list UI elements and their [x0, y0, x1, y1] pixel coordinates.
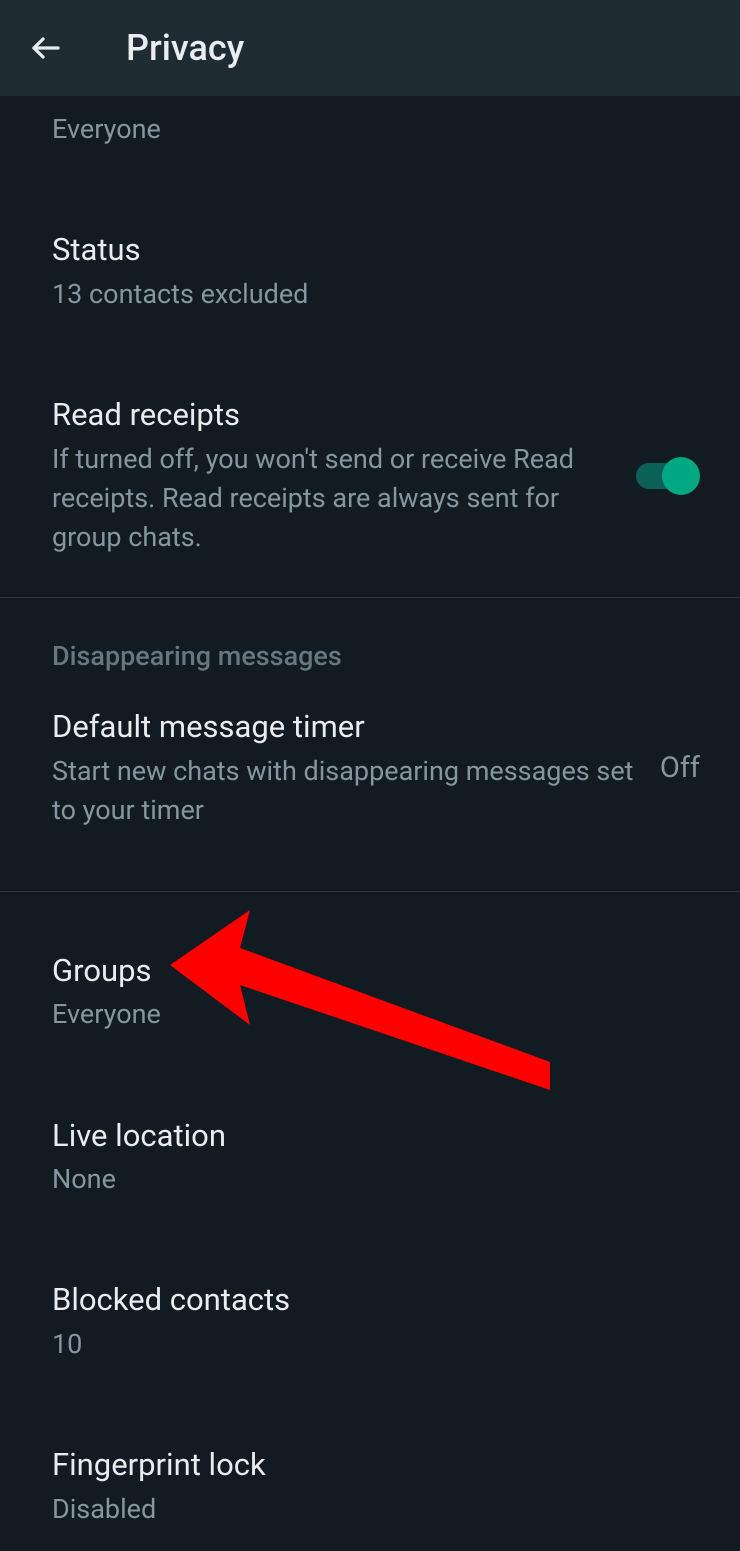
setting-title: Status	[52, 229, 688, 271]
setting-title: Read receipts	[52, 394, 612, 436]
setting-item-partial[interactable]: Everyone	[0, 96, 740, 171]
toggle-thumb	[662, 457, 700, 495]
back-icon[interactable]	[24, 26, 68, 70]
section-header-disappearing: Disappearing messages	[0, 598, 740, 684]
setting-title: Fingerprint lock	[52, 1444, 688, 1486]
setting-sub: Start new chats with disappearing messag…	[52, 752, 636, 830]
read-receipts-toggle[interactable]	[636, 457, 700, 495]
setting-item-live-location[interactable]: Live location None	[0, 1093, 740, 1222]
setting-sub: None	[52, 1160, 688, 1199]
setting-sub: Disabled	[52, 1490, 688, 1529]
page-title: Privacy	[126, 27, 244, 69]
setting-item-fingerprint-lock[interactable]: Fingerprint lock Disabled	[0, 1422, 740, 1551]
setting-title: Blocked contacts	[52, 1279, 688, 1321]
setting-item-default-timer[interactable]: Default message timer Start new chats wi…	[0, 684, 740, 852]
setting-sub: 10	[52, 1325, 688, 1364]
setting-value: Off	[660, 751, 700, 785]
setting-title: Live location	[52, 1115, 688, 1157]
setting-sub: If turned off, you won't send or receive…	[52, 440, 612, 557]
setting-item-status[interactable]: Status 13 contacts excluded	[0, 207, 740, 336]
setting-item-read-receipts[interactable]: Read receipts If turned off, you won't s…	[0, 372, 740, 579]
setting-item-groups[interactable]: Groups Everyone	[0, 928, 740, 1057]
setting-sub: Everyone	[52, 110, 688, 149]
setting-title: Default message timer	[52, 706, 636, 748]
setting-sub: 13 contacts excluded	[52, 275, 688, 314]
settings-list: Everyone Status 13 contacts excluded Rea…	[0, 96, 740, 1551]
setting-item-blocked-contacts[interactable]: Blocked contacts 10	[0, 1257, 740, 1386]
app-header: Privacy	[0, 0, 740, 96]
setting-title: Groups	[52, 950, 688, 992]
setting-sub: Everyone	[52, 995, 688, 1034]
